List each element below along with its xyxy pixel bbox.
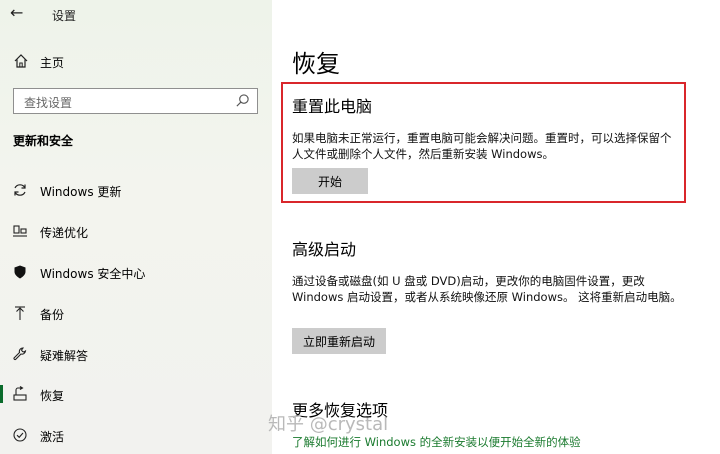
sidebar-item-windows-security[interactable]: Windows 安全中心 <box>0 257 272 287</box>
home-icon <box>14 54 28 68</box>
search-placeholder: 查找设置 <box>24 96 73 110</box>
sidebar-item-delivery-optimization[interactable]: 传递优化 <box>0 216 272 246</box>
sidebar-item-windows-update[interactable]: Windows 更新 <box>0 175 272 205</box>
search-icon[interactable] <box>235 93 250 108</box>
section-title: 更新和安全 <box>13 134 74 148</box>
sidebar-item-label: 传递优化 <box>40 226 89 240</box>
sidebar-item-label: 疑难解答 <box>40 349 89 363</box>
search-input[interactable]: 查找设置 <box>13 88 258 114</box>
check-circle-icon <box>13 428 27 442</box>
main-content: 恢复 重置此电脑 如果电脑未正常运行，重置电脑可能会解决问题。重置时，可以选择保… <box>272 0 720 454</box>
sidebar-item-label: Windows 安全中心 <box>40 267 146 281</box>
sidebar-item-label: Windows 更新 <box>40 185 122 199</box>
shield-icon <box>14 265 26 279</box>
restart-now-button[interactable]: 立即重新启动 <box>292 328 386 354</box>
delivery-optimization-icon <box>13 225 27 237</box>
backup-arrow-icon <box>15 306 25 320</box>
fresh-install-link[interactable]: 了解如何进行 Windows 的全新安装以便开始全新的体验 <box>292 434 581 450</box>
back-arrow-icon[interactable]: ← <box>10 3 23 22</box>
sidebar-item-troubleshoot[interactable]: 疑难解答 <box>0 339 272 369</box>
page-title: 恢复 <box>292 50 340 78</box>
reset-pc-heading: 重置此电脑 <box>292 97 373 116</box>
reset-start-button[interactable]: 开始 <box>292 168 368 194</box>
watermark: 知乎 @crystal <box>268 414 389 435</box>
sidebar-item-recovery[interactable]: 恢复 <box>0 379 272 409</box>
sidebar-item-label: 主页 <box>40 56 65 70</box>
recovery-icon <box>13 386 27 401</box>
advanced-startup-description: 通过设备或磁盘(如 U 盘或 DVD)启动，更改你的电脑固件设置，更改 Wind… <box>292 274 682 304</box>
sidebar-item-label: 恢复 <box>40 389 65 403</box>
sidebar-item-label: 激活 <box>40 430 65 444</box>
sidebar-item-label: 备份 <box>40 308 65 322</box>
wrench-icon <box>13 347 27 361</box>
sidebar-item-backup[interactable]: 备份 <box>0 298 272 328</box>
sidebar: ← 设置 主页 查找设置 更新和安全 Windows 更新 传递优化 Windo… <box>0 0 272 454</box>
advanced-startup-heading: 高级启动 <box>292 240 357 259</box>
sync-icon <box>14 184 26 196</box>
reset-pc-description: 如果电脑未正常运行，重置电脑可能会解决问题。重置时，可以选择保留个人文件或删除个… <box>292 131 672 161</box>
sidebar-item-activation[interactable]: 激活 <box>0 420 272 450</box>
app-title: 设置 <box>52 9 77 23</box>
sidebar-item-home[interactable]: 主页 <box>0 48 272 76</box>
title-bar: ← 设置 <box>0 0 272 30</box>
